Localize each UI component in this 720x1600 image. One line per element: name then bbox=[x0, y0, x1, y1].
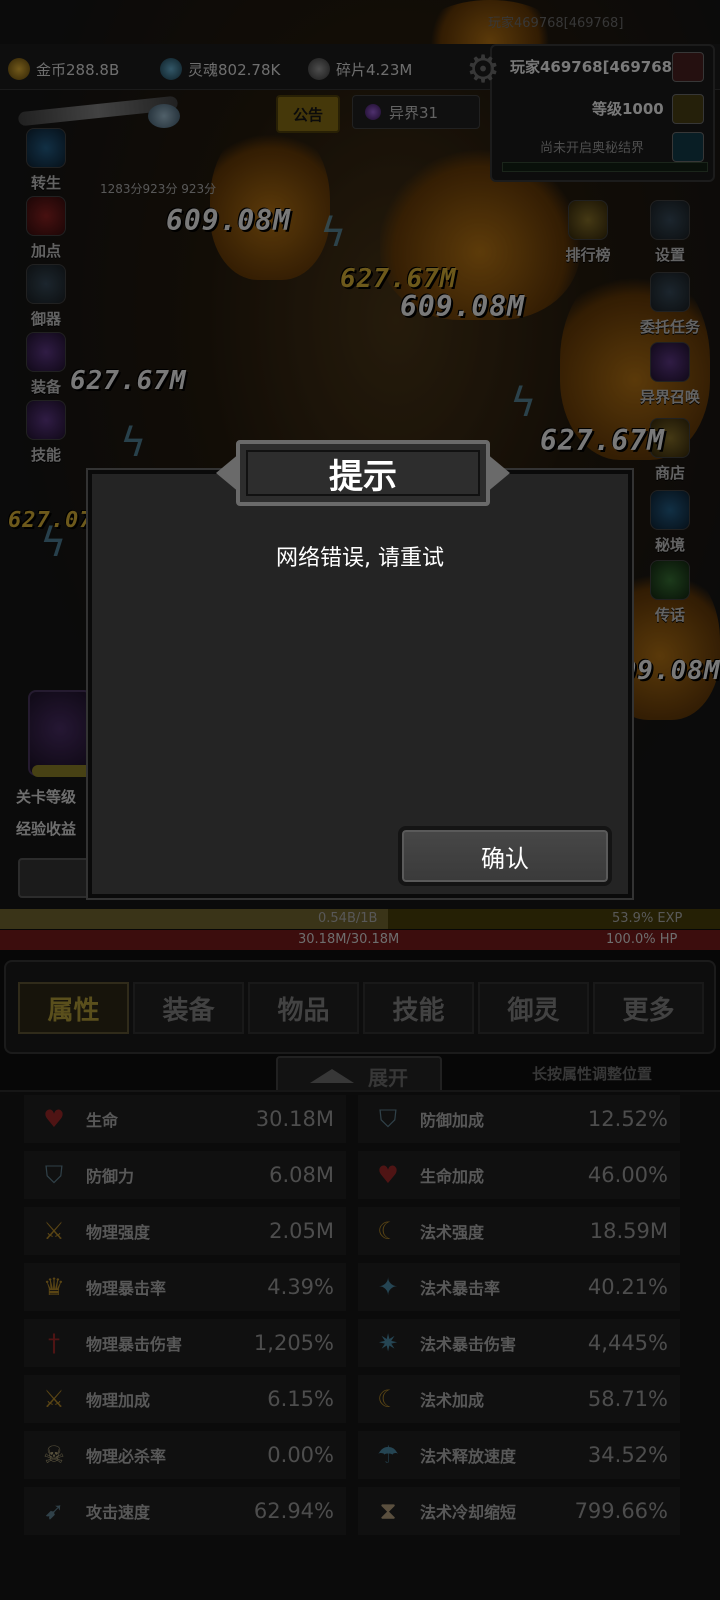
dialog-message: 网络错误, 请重试 bbox=[276, 546, 444, 571]
modal-overlay[interactable]: 提示 网络错误, 请重试 确认 bbox=[0, 0, 720, 1600]
dialog-title-banner: 提示 bbox=[216, 440, 510, 506]
confirm-button[interactable]: 确认 bbox=[398, 826, 612, 886]
dialog-title: 提示 bbox=[329, 456, 397, 497]
